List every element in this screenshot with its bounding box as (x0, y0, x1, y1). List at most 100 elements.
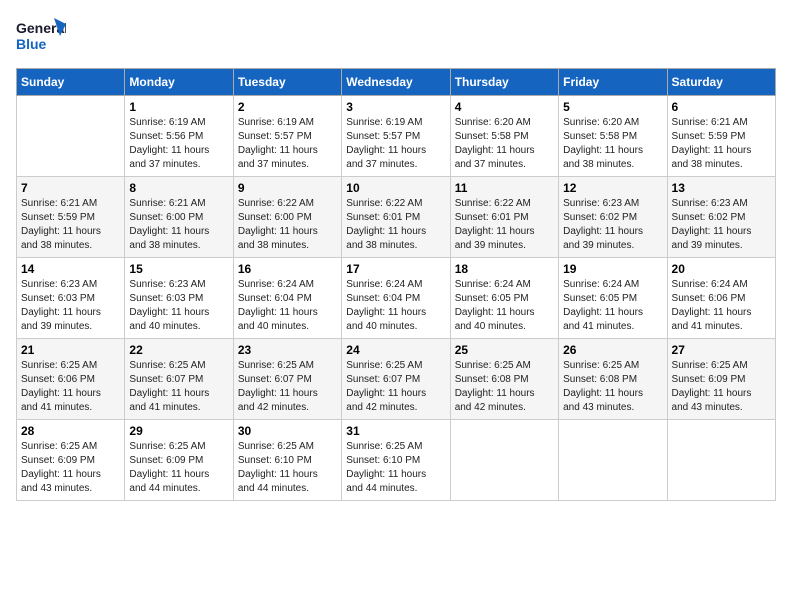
calendar-cell: 28Sunrise: 6:25 AM Sunset: 6:09 PM Dayli… (17, 420, 125, 501)
day-detail: Sunrise: 6:22 AM Sunset: 6:01 PM Dayligh… (455, 197, 554, 253)
day-number: 1 (129, 100, 228, 114)
day-detail: Sunrise: 6:21 AM Sunset: 5:59 PM Dayligh… (21, 197, 120, 253)
day-number: 17 (346, 262, 445, 276)
day-number: 5 (563, 100, 662, 114)
day-number: 15 (129, 262, 228, 276)
day-number: 23 (238, 343, 337, 357)
day-number: 29 (129, 424, 228, 438)
calendar-cell (559, 420, 667, 501)
calendar-cell (17, 96, 125, 177)
day-number: 12 (563, 181, 662, 195)
day-detail: Sunrise: 6:24 AM Sunset: 6:06 PM Dayligh… (672, 278, 771, 334)
day-detail: Sunrise: 6:25 AM Sunset: 6:09 PM Dayligh… (129, 440, 228, 496)
calendar-cell: 21 Sunrise: 6:25 AM Sunset: 6:06 PM Dayli… (17, 339, 125, 420)
day-detail: Sunrise: 6:24 AM Sunset: 6:05 PM Dayligh… (563, 278, 662, 334)
calendar-cell: 15 Sunrise: 6:23 AM Sunset: 6:03 PM Dayli… (125, 258, 233, 339)
calendar-cell (667, 420, 775, 501)
day-detail: Sunrise: 6:25 AM Sunset: 6:10 PM Dayligh… (346, 440, 445, 496)
calendar-cell: 14 Sunrise: 6:23 AM Sunset: 6:03 PM Dayli… (17, 258, 125, 339)
day-number: 22 (129, 343, 228, 357)
day-number: 14 (21, 262, 120, 276)
day-number: 7 (21, 181, 120, 195)
calendar-cell: 3 Sunrise: 6:19 AM Sunset: 5:57 PM Daylig… (342, 96, 450, 177)
day-number: 26 (563, 343, 662, 357)
calendar-cell: 20 Sunrise: 6:24 AM Sunset: 6:06 PM Dayli… (667, 258, 775, 339)
day-number: 30 (238, 424, 337, 438)
calendar-cell: 27 Sunrise: 6:25 AM Sunset: 6:09 PM Dayli… (667, 339, 775, 420)
calendar-cell: 11 Sunrise: 6:22 AM Sunset: 6:01 PM Dayli… (450, 177, 558, 258)
calendar-cell: 16 Sunrise: 6:24 AM Sunset: 6:04 PM Dayli… (233, 258, 341, 339)
day-number: 28 (21, 424, 120, 438)
day-detail: Sunrise: 6:24 AM Sunset: 6:04 PM Dayligh… (238, 278, 337, 334)
day-detail: Sunrise: 6:25 AM Sunset: 6:08 PM Dayligh… (563, 359, 662, 415)
day-number: 4 (455, 100, 554, 114)
day-header-friday: Friday (559, 69, 667, 96)
calendar-cell: 24 Sunrise: 6:25 AM Sunset: 6:07 PM Dayli… (342, 339, 450, 420)
calendar-week-4: 21 Sunrise: 6:25 AM Sunset: 6:06 PM Dayli… (17, 339, 776, 420)
calendar-cell: 4 Sunrise: 6:20 AM Sunset: 5:58 PM Daylig… (450, 96, 558, 177)
calendar-cell: 9Sunrise: 6:22 AM Sunset: 6:00 PM Daylig… (233, 177, 341, 258)
day-detail: Sunrise: 6:25 AM Sunset: 6:09 PM Dayligh… (672, 359, 771, 415)
calendar-cell: 17Sunrise: 6:24 AM Sunset: 6:04 PM Dayli… (342, 258, 450, 339)
day-number: 19 (563, 262, 662, 276)
day-header-monday: Monday (125, 69, 233, 96)
day-detail: Sunrise: 6:25 AM Sunset: 6:07 PM Dayligh… (129, 359, 228, 415)
calendar-header: SundayMondayTuesdayWednesdayThursdayFrid… (17, 69, 776, 96)
calendar-week-2: 7 Sunrise: 6:21 AM Sunset: 5:59 PM Daylig… (17, 177, 776, 258)
day-detail: Sunrise: 6:25 AM Sunset: 6:08 PM Dayligh… (455, 359, 554, 415)
calendar-cell (450, 420, 558, 501)
day-number: 21 (21, 343, 120, 357)
day-detail: Sunrise: 6:19 AM Sunset: 5:57 PM Dayligh… (346, 116, 445, 172)
calendar-week-1: 1 Sunrise: 6:19 AM Sunset: 5:56 PM Daylig… (17, 96, 776, 177)
calendar-cell: 13 Sunrise: 6:23 AM Sunset: 6:02 PM Dayli… (667, 177, 775, 258)
day-number: 13 (672, 181, 771, 195)
day-detail: Sunrise: 6:23 AM Sunset: 6:03 PM Dayligh… (129, 278, 228, 334)
svg-text:Blue: Blue (16, 36, 47, 52)
calendar-cell: 30 Sunrise: 6:25 AM Sunset: 6:10 PM Dayli… (233, 420, 341, 501)
calendar-cell: 10 Sunrise: 6:22 AM Sunset: 6:01 PM Dayli… (342, 177, 450, 258)
day-number: 11 (455, 181, 554, 195)
day-detail: Sunrise: 6:20 AM Sunset: 5:58 PM Dayligh… (455, 116, 554, 172)
day-number: 25 (455, 343, 554, 357)
calendar-cell: 7 Sunrise: 6:21 AM Sunset: 5:59 PM Daylig… (17, 177, 125, 258)
day-number: 3 (346, 100, 445, 114)
calendar-table: SundayMondayTuesdayWednesdayThursdayFrid… (16, 68, 776, 501)
day-detail: Sunrise: 6:22 AM Sunset: 6:01 PM Dayligh… (346, 197, 445, 253)
day-number: 16 (238, 262, 337, 276)
calendar-cell: 8Sunrise: 6:21 AM Sunset: 6:00 PM Daylig… (125, 177, 233, 258)
calendar-cell: 1 Sunrise: 6:19 AM Sunset: 5:56 PM Daylig… (125, 96, 233, 177)
calendar-week-5: 28 Sunrise: 6:25 AM Sunset: 6:09 PM Dayli… (17, 420, 776, 501)
calendar-cell: 2Sunrise: 6:19 AM Sunset: 5:57 PM Daylig… (233, 96, 341, 177)
day-number: 31 (346, 424, 445, 438)
day-number: 24 (346, 343, 445, 357)
day-header-saturday: Saturday (667, 69, 775, 96)
day-detail: Sunrise: 6:24 AM Sunset: 6:05 PM Dayligh… (455, 278, 554, 334)
day-detail: Sunrise: 6:23 AM Sunset: 6:03 PM Dayligh… (21, 278, 120, 334)
day-detail: Sunrise: 6:21 AM Sunset: 5:59 PM Dayligh… (672, 116, 771, 172)
day-detail: Sunrise: 6:23 AM Sunset: 6:02 PM Dayligh… (672, 197, 771, 253)
day-detail: Sunrise: 6:21 AM Sunset: 6:00 PM Dayligh… (129, 197, 228, 253)
day-detail: Sunrise: 6:25 AM Sunset: 6:07 PM Dayligh… (238, 359, 337, 415)
day-number: 10 (346, 181, 445, 195)
day-number: 27 (672, 343, 771, 357)
day-header-tuesday: Tuesday (233, 69, 341, 96)
day-detail: Sunrise: 6:25 AM Sunset: 6:10 PM Dayligh… (238, 440, 337, 496)
day-detail: Sunrise: 6:22 AM Sunset: 6:00 PM Dayligh… (238, 197, 337, 253)
day-detail: Sunrise: 6:25 AM Sunset: 6:07 PM Dayligh… (346, 359, 445, 415)
calendar-cell: 22 Sunrise: 6:25 AM Sunset: 6:07 PM Dayli… (125, 339, 233, 420)
day-header-thursday: Thursday (450, 69, 558, 96)
page-header: GeneralBlue (16, 16, 776, 58)
calendar-cell: 26 Sunrise: 6:25 AM Sunset: 6:08 PM Dayli… (559, 339, 667, 420)
day-detail: Sunrise: 6:19 AM Sunset: 5:56 PM Dayligh… (129, 116, 228, 172)
calendar-cell: 18Sunrise: 6:24 AM Sunset: 6:05 PM Dayli… (450, 258, 558, 339)
day-number: 2 (238, 100, 337, 114)
day-number: 6 (672, 100, 771, 114)
day-detail: Sunrise: 6:20 AM Sunset: 5:58 PM Dayligh… (563, 116, 662, 172)
calendar-cell: 5 Sunrise: 6:20 AM Sunset: 5:58 PM Daylig… (559, 96, 667, 177)
calendar-cell: 25 Sunrise: 6:25 AM Sunset: 6:08 PM Dayli… (450, 339, 558, 420)
day-header-wednesday: Wednesday (342, 69, 450, 96)
calendar-cell: 6 Sunrise: 6:21 AM Sunset: 5:59 PM Daylig… (667, 96, 775, 177)
day-header-sunday: Sunday (17, 69, 125, 96)
day-detail: Sunrise: 6:25 AM Sunset: 6:06 PM Dayligh… (21, 359, 120, 415)
day-number: 20 (672, 262, 771, 276)
